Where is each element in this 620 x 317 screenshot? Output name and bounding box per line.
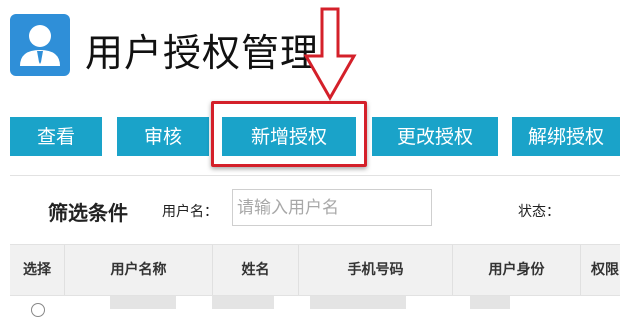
- filter-title: 筛选条件: [48, 201, 128, 225]
- review-button[interactable]: 审核: [117, 117, 209, 156]
- column-header-phone: 手机号码: [299, 245, 453, 295]
- column-header-identity: 用户身份: [453, 245, 581, 295]
- unbind-authorization-button[interactable]: 解绑授权: [512, 117, 620, 156]
- redacted-cell: [212, 296, 274, 309]
- column-header-username: 用户名称: [65, 245, 213, 295]
- table-header: 选择 用户名称 姓名 手机号码 用户身份 权限: [10, 244, 620, 296]
- divider: [10, 175, 620, 176]
- page-title: 用户授权管理: [85, 31, 320, 75]
- view-button[interactable]: 查看: [10, 117, 102, 156]
- row-select-radio[interactable]: [31, 303, 45, 317]
- highlight-box-annotation: [211, 101, 367, 167]
- redacted-cell: [310, 296, 406, 309]
- user-manager-icon: [10, 14, 70, 76]
- username-label: 用户名：: [162, 204, 218, 220]
- redacted-cell: [470, 296, 510, 309]
- red-down-arrow-annotation: [303, 7, 357, 102]
- change-authorization-button[interactable]: 更改授权: [372, 117, 498, 156]
- status-label: 状态：: [518, 204, 560, 220]
- column-header-name: 姓名: [213, 245, 299, 295]
- column-header-select: 选择: [10, 245, 65, 295]
- username-input[interactable]: [232, 189, 432, 226]
- column-header-permission: 权限: [591, 262, 619, 278]
- redacted-cell: [110, 296, 176, 309]
